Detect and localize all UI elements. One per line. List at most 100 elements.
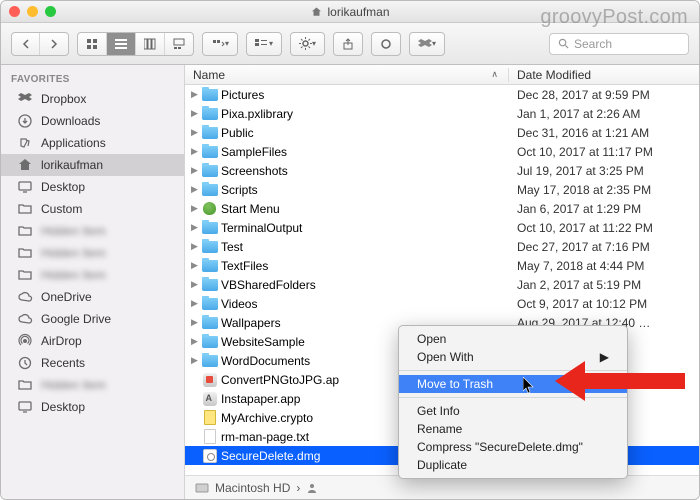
file-icon bbox=[201, 428, 218, 445]
sidebar-item-desktop[interactable]: Desktop bbox=[1, 396, 184, 418]
sidebar-item-desktop[interactable]: Desktop bbox=[1, 176, 184, 198]
file-name: Public bbox=[221, 126, 509, 140]
disclosure-icon[interactable]: ▶ bbox=[191, 184, 201, 195]
disclosure-icon[interactable]: ▶ bbox=[191, 127, 201, 138]
file-row[interactable]: ▶PublicDec 31, 2016 at 1:21 AM bbox=[185, 123, 699, 142]
sidebar-item-blurred-7[interactable]: Hidden Item bbox=[1, 242, 184, 264]
file-row[interactable]: ▶TextFilesMay 7, 2018 at 4:44 PM bbox=[185, 256, 699, 275]
sidebar-item-blurred-13[interactable]: Hidden Item bbox=[1, 374, 184, 396]
desktop-icon bbox=[17, 399, 33, 415]
menu-rename[interactable]: Rename bbox=[399, 420, 627, 438]
file-icon bbox=[201, 219, 218, 236]
file-row[interactable]: ▶ScriptsMay 17, 2018 at 2:35 PM bbox=[185, 180, 699, 199]
forward-button[interactable] bbox=[40, 33, 68, 55]
folder-icon bbox=[17, 201, 33, 217]
sidebar: Favorites DropboxDownloadsApplicationslo… bbox=[1, 65, 185, 499]
sidebar-item-applications[interactable]: Applications bbox=[1, 132, 184, 154]
sidebar-item-custom[interactable]: Custom bbox=[1, 198, 184, 220]
file-icon bbox=[201, 143, 218, 160]
zoom-button[interactable] bbox=[45, 6, 56, 17]
column-date[interactable]: Date Modified bbox=[509, 68, 699, 82]
path-users-icon bbox=[306, 482, 318, 494]
file-date: Oct 10, 2017 at 11:22 PM bbox=[509, 221, 699, 235]
action-button[interactable]: ▾ bbox=[291, 33, 324, 55]
minimize-button[interactable] bbox=[27, 6, 38, 17]
list-view-button[interactable] bbox=[107, 33, 136, 55]
menu-open[interactable]: Open bbox=[399, 330, 627, 348]
disclosure-icon[interactable]: ▶ bbox=[191, 336, 201, 347]
path-disk[interactable]: Macintosh HD bbox=[215, 481, 290, 495]
disclosure-icon[interactable]: ▶ bbox=[191, 165, 201, 176]
disclosure-icon[interactable]: ▶ bbox=[191, 279, 201, 290]
window-controls bbox=[9, 6, 56, 17]
file-icon bbox=[201, 200, 218, 217]
home-icon bbox=[310, 6, 322, 18]
sidebar-item-onedrive[interactable]: OneDrive bbox=[1, 286, 184, 308]
disclosure-icon[interactable]: ▶ bbox=[191, 89, 201, 100]
sidebar-item-label: Custom bbox=[41, 202, 82, 216]
dropbox-toolbar-button[interactable]: ▾ bbox=[410, 33, 444, 55]
file-date: May 7, 2018 at 4:44 PM bbox=[509, 259, 699, 273]
cloud-icon bbox=[17, 311, 33, 327]
sidebar-item-blurred-8[interactable]: Hidden Item bbox=[1, 264, 184, 286]
file-row[interactable]: ▶ScreenshotsJul 19, 2017 at 3:25 PM bbox=[185, 161, 699, 180]
window-title: lorikaufman bbox=[310, 5, 389, 19]
disclosure-icon[interactable]: ▶ bbox=[191, 241, 201, 252]
file-name: Start Menu bbox=[221, 202, 509, 216]
menu-get-info[interactable]: Get Info bbox=[399, 402, 627, 420]
file-icon bbox=[201, 295, 218, 312]
sidebar-item-recents[interactable]: Recents bbox=[1, 352, 184, 374]
file-row[interactable]: ▶SampleFilesOct 10, 2017 at 11:17 PM bbox=[185, 142, 699, 161]
group-button[interactable]: ▾ bbox=[247, 33, 281, 55]
sidebar-item-label: Recents bbox=[41, 356, 85, 370]
disclosure-icon[interactable]: ▶ bbox=[191, 355, 201, 366]
disk-icon bbox=[195, 481, 209, 495]
gallery-view-button[interactable] bbox=[165, 33, 193, 55]
disclosure-icon[interactable]: ▶ bbox=[191, 260, 201, 271]
desktop-icon bbox=[17, 179, 33, 195]
disclosure-icon[interactable]: ▶ bbox=[191, 317, 201, 328]
file-row[interactable]: ▶VideosOct 9, 2017 at 10:12 PM bbox=[185, 294, 699, 313]
file-name: SampleFiles bbox=[221, 145, 509, 159]
disclosure-icon[interactable]: ▶ bbox=[191, 298, 201, 309]
back-button[interactable] bbox=[12, 33, 40, 55]
sidebar-item-downloads[interactable]: Downloads bbox=[1, 110, 184, 132]
view-buttons bbox=[77, 32, 194, 56]
sidebar-item-lorikaufman[interactable]: lorikaufman bbox=[1, 154, 184, 176]
sidebar-item-blurred-6[interactable]: Hidden Item bbox=[1, 220, 184, 242]
menu-compress[interactable]: Compress "SecureDelete.dmg" bbox=[399, 438, 627, 456]
downloads-icon bbox=[17, 113, 33, 129]
folder-icon bbox=[17, 223, 33, 239]
file-row[interactable]: ▶PicturesDec 28, 2017 at 9:59 PM bbox=[185, 85, 699, 104]
file-icon bbox=[201, 257, 218, 274]
recents-icon bbox=[17, 355, 33, 371]
nav-buttons bbox=[11, 32, 69, 56]
home-icon bbox=[17, 157, 33, 173]
sidebar-item-google-drive[interactable]: Google Drive bbox=[1, 308, 184, 330]
tags-button[interactable] bbox=[372, 33, 400, 55]
sidebar-item-airdrop[interactable]: AirDrop bbox=[1, 330, 184, 352]
icon-view-button[interactable] bbox=[78, 33, 107, 55]
column-view-button[interactable] bbox=[136, 33, 165, 55]
arrange-button[interactable]: ▾ bbox=[203, 33, 237, 55]
content-area: Name∧ Date Modified ▶PicturesDec 28, 201… bbox=[185, 65, 699, 499]
search-field[interactable]: Search bbox=[549, 33, 689, 55]
file-row[interactable]: ▶TerminalOutputOct 10, 2017 at 11:22 PM bbox=[185, 218, 699, 237]
column-name[interactable]: Name∧ bbox=[185, 68, 509, 82]
sidebar-item-dropbox[interactable]: Dropbox bbox=[1, 88, 184, 110]
disclosure-icon[interactable]: ▶ bbox=[191, 108, 201, 119]
file-row[interactable]: ▶Start MenuJan 6, 2017 at 1:29 PM bbox=[185, 199, 699, 218]
close-button[interactable] bbox=[9, 6, 20, 17]
file-date: Dec 27, 2017 at 7:16 PM bbox=[509, 240, 699, 254]
menu-duplicate[interactable]: Duplicate bbox=[399, 456, 627, 474]
file-row[interactable]: ▶Pixa.pxlibraryJan 1, 2017 at 2:26 AM bbox=[185, 104, 699, 123]
file-row[interactable]: ▶TestDec 27, 2017 at 7:16 PM bbox=[185, 237, 699, 256]
disclosure-icon[interactable]: ▶ bbox=[191, 222, 201, 233]
file-date: May 17, 2018 at 2:35 PM bbox=[509, 183, 699, 197]
file-row[interactable]: ▶VBSharedFoldersJan 2, 2017 at 5:19 PM bbox=[185, 275, 699, 294]
disclosure-icon[interactable]: ▶ bbox=[191, 203, 201, 214]
folder-icon bbox=[17, 377, 33, 393]
share-button[interactable] bbox=[334, 33, 362, 55]
file-icon bbox=[201, 276, 218, 293]
disclosure-icon[interactable]: ▶ bbox=[191, 146, 201, 157]
